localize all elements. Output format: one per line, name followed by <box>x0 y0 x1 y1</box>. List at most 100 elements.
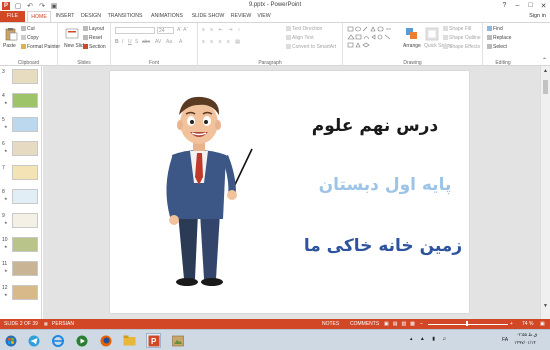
internet-explorer-icon[interactable] <box>50 333 65 348</box>
change-case-icon[interactable]: Aa <box>166 39 172 45</box>
view-buttons[interactable]: ▣▤▧▩ <box>384 321 419 327</box>
slide-thumbnail-3[interactable] <box>12 69 38 84</box>
bullets-icon[interactable]: ≡ ≡ ⇤ ⇥ ↕ <box>202 27 242 33</box>
thumb-number: 10 <box>2 237 8 243</box>
bold-button[interactable]: B <box>115 39 119 45</box>
proofing-icon[interactable]: ▦ <box>44 321 48 326</box>
fit-slide-icon[interactable]: ▣ <box>540 321 545 327</box>
align-text-button[interactable]: Align Text <box>286 35 314 41</box>
input-language[interactable]: FA <box>502 337 508 343</box>
layout-button[interactable]: Layout <box>83 26 104 32</box>
tab-slide-show[interactable]: SLIDE SHOW <box>189 11 227 22</box>
thumb-number: 3 <box>2 69 5 75</box>
image-viewer-icon[interactable] <box>170 333 185 348</box>
slide-thumbnail-11[interactable] <box>12 261 38 276</box>
file-explorer-icon[interactable] <box>122 333 137 348</box>
slide-thumbnail-4[interactable] <box>12 93 38 108</box>
select-button[interactable]: Select <box>487 44 507 50</box>
arrange-icon[interactable] <box>405 27 419 41</box>
slide-thumbnail-12[interactable] <box>12 285 38 300</box>
scrollbar-thumb[interactable] <box>543 80 548 94</box>
current-slide[interactable]: درس نهم علوم پایه اول دبستان زمین خانه خ… <box>110 71 469 313</box>
select-icon <box>487 44 492 49</box>
zoom-slider[interactable] <box>428 323 508 325</box>
comments-button[interactable]: COMMENTS <box>350 321 379 327</box>
cut-button[interactable]: Cut <box>21 26 35 32</box>
slide-thumbnail-10[interactable] <box>12 237 38 252</box>
title-bar: P ▢ ↶ ↷ ▣ 9.pptx - PowerPoint ? – □ ✕ <box>0 0 550 11</box>
new-slide-icon[interactable] <box>65 27 79 41</box>
tab-view[interactable]: VIEW <box>255 11 273 22</box>
shapes-gallery-icon[interactable] <box>347 26 399 48</box>
text-direction-button[interactable]: Text Direction <box>286 26 322 32</box>
maximize-button[interactable]: □ <box>524 0 537 11</box>
help-button[interactable]: ? <box>498 0 511 11</box>
close-button[interactable]: ✕ <box>537 0 550 11</box>
scroll-down-icon[interactable]: ▼ <box>543 303 548 309</box>
align-icons[interactable]: ≡ ≡ ≡ ≡ ▤ <box>202 39 242 45</box>
tab-file[interactable]: FILE <box>0 11 25 22</box>
ribbon: Paste Cut Copy Format Painter Clipboard … <box>0 22 550 66</box>
slide-topic-line[interactable]: زمین خانه خاکی ما <box>298 236 468 256</box>
shape-effects-icon <box>443 44 448 49</box>
powerpoint-taskbar-icon[interactable]: P <box>146 333 161 348</box>
shape-fill-button[interactable]: Shape Fill <box>443 26 471 32</box>
collapse-ribbon-icon[interactable]: ⌃ <box>542 57 547 64</box>
grow-font-icon[interactable]: Aˆ Aˇ <box>177 27 188 33</box>
slide-thumbnail-7[interactable] <box>12 165 38 180</box>
section-button[interactable]: Section <box>83 44 106 50</box>
editing-group: Find Replace Select Editing <box>483 23 523 66</box>
shadow-button[interactable]: S <box>135 39 138 45</box>
underline-button[interactable]: U <box>128 39 132 45</box>
font-name-select[interactable] <box>115 27 155 34</box>
slide-thumbnail-9[interactable] <box>12 213 38 228</box>
copy-button[interactable]: Copy <box>21 35 39 41</box>
format-painter-button[interactable]: Format Painter <box>21 44 60 50</box>
tray-icons[interactable]: ▴ ▲ ▮ ♫ <box>410 336 449 342</box>
minimize-button[interactable]: – <box>511 0 524 11</box>
zoom-level[interactable]: 74 % <box>522 321 533 327</box>
clock-time[interactable]: ۰۲:۵۵ ق.ظ <box>516 332 537 338</box>
font-size-select[interactable]: 24 <box>157 27 174 34</box>
italic-button[interactable]: I <box>122 39 123 45</box>
vertical-scrollbar[interactable]: ▲ ▼ <box>540 66 550 319</box>
tab-animations[interactable]: ANIMATIONS <box>147 11 187 22</box>
paste-button[interactable]: Paste <box>3 43 16 49</box>
zoom-in-icon[interactable]: + <box>510 321 513 327</box>
shape-effects-button[interactable]: Shape Effects <box>443 44 480 50</box>
notes-button[interactable]: NOTES <box>322 321 339 327</box>
find-button[interactable]: Find <box>487 26 503 32</box>
tab-home[interactable]: HOME <box>27 11 51 22</box>
smartart-button[interactable]: Convert to SmartArt <box>286 44 336 50</box>
zoom-slider-thumb[interactable] <box>466 321 468 326</box>
slide-subtitle-line[interactable]: پایه اول دبستان <box>310 175 460 195</box>
slide-thumbnail-5[interactable] <box>12 117 38 132</box>
slide-counter: SLIDE 2 OF 39 <box>4 321 38 327</box>
telegram-icon[interactable] <box>26 333 41 348</box>
font-color-icon[interactable]: A <box>179 39 182 45</box>
tab-transitions[interactable]: TRANSITIONS <box>105 11 145 22</box>
tab-review[interactable]: REVIEW <box>229 11 253 22</box>
reset-button[interactable]: Reset <box>83 35 102 41</box>
paste-icon[interactable] <box>4 27 18 41</box>
media-player-icon[interactable] <box>74 333 89 348</box>
firefox-icon[interactable] <box>98 333 113 348</box>
cut-label: Cut <box>27 26 35 32</box>
char-spacing-icon[interactable]: AV <box>155 39 161 45</box>
arrange-button[interactable]: Arrange <box>403 43 421 49</box>
slide-title-line[interactable]: درس نهم علوم <box>310 116 440 136</box>
slide-thumbnail-8[interactable] <box>12 189 38 204</box>
sign-in-link[interactable]: Sign in <box>529 11 546 22</box>
start-button-icon[interactable] <box>3 333 18 348</box>
quick-styles-icon[interactable] <box>425 27 439 41</box>
tab-insert[interactable]: INSERT <box>53 11 77 22</box>
shape-outline-button[interactable]: Shape Outline <box>443 35 481 41</box>
clock-date[interactable]: ۱۳۹۷/۰۱/۱۴ <box>514 340 536 346</box>
tab-design[interactable]: DESIGN <box>79 11 103 22</box>
zoom-out-icon[interactable]: – <box>420 321 423 327</box>
scroll-up-icon[interactable]: ▲ <box>543 68 548 74</box>
strikethrough-button[interactable]: abc <box>142 39 150 45</box>
slide-thumbnail-6[interactable] <box>12 141 38 156</box>
language-indicator[interactable]: PERSIAN <box>52 321 74 327</box>
replace-button[interactable]: Replace <box>487 35 511 41</box>
